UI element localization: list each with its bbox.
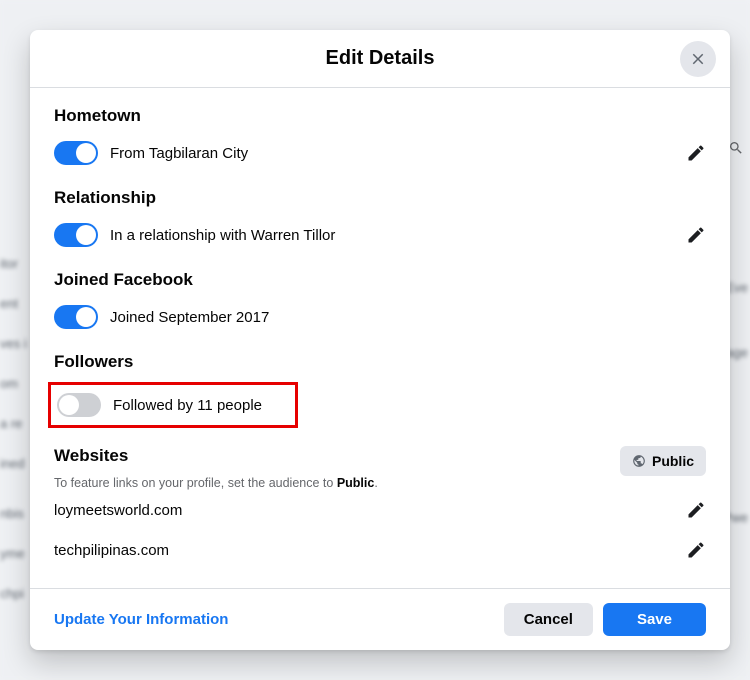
toggle-knob — [76, 307, 96, 327]
websites-heading: Websites — [54, 446, 378, 466]
hometown-heading: Hometown — [54, 106, 706, 126]
followers-toggle[interactable] — [57, 393, 101, 417]
globe-icon — [632, 454, 646, 468]
modal-header: Edit Details — [30, 30, 730, 88]
bg-frag: ent — [0, 296, 18, 311]
close-button[interactable] — [680, 41, 716, 77]
followers-highlight: Followed by 11 people — [48, 382, 298, 428]
relationship-section: Relationship In a relationship with Warr… — [54, 182, 706, 252]
hometown-section: Hometown From Tagbilaran City — [54, 100, 706, 170]
toggle-knob — [76, 143, 96, 163]
close-icon — [689, 50, 707, 68]
bg-frag: nbis — [0, 506, 24, 521]
bg-frag: chpi — [0, 586, 24, 601]
bg-frag: yme — [0, 546, 25, 561]
search-icon — [728, 140, 744, 156]
bg-frag: itor — [0, 256, 18, 271]
modal-title: Edit Details — [326, 47, 435, 70]
relationship-toggle[interactable] — [54, 223, 98, 247]
joined-section: Joined Facebook Joined September 2017 — [54, 264, 706, 334]
website-url: techpilipinas.com — [54, 542, 169, 559]
pencil-icon[interactable] — [686, 143, 706, 163]
bg-frag: ined — [0, 456, 25, 471]
cancel-button[interactable]: Cancel — [504, 603, 593, 636]
website-item: loymeetsworld.com — [54, 490, 706, 530]
public-audience-button[interactable]: Public — [620, 446, 706, 476]
websites-section: Websites To feature links on your profil… — [54, 440, 706, 570]
bg-frag: a re — [0, 416, 22, 431]
toggle-knob — [76, 225, 96, 245]
pencil-icon[interactable] — [686, 540, 706, 560]
bg-frag: om — [0, 376, 18, 391]
public-label: Public — [652, 453, 694, 469]
followers-heading: Followers — [54, 352, 706, 372]
toggle-knob — [59, 395, 79, 415]
joined-text: Joined September 2017 — [110, 309, 706, 326]
website-url: loymeetsworld.com — [54, 502, 182, 519]
pencil-icon[interactable] — [686, 500, 706, 520]
relationship-text: In a relationship with Warren Tillor — [110, 227, 674, 244]
edit-details-modal: Edit Details Hometown From Tagbilaran Ci… — [30, 30, 730, 650]
hometown-toggle[interactable] — [54, 141, 98, 165]
website-item: techpilipinas.com — [54, 530, 706, 570]
save-button[interactable]: Save — [603, 603, 706, 636]
joined-heading: Joined Facebook — [54, 270, 706, 290]
relationship-heading: Relationship — [54, 188, 706, 208]
joined-toggle[interactable] — [54, 305, 98, 329]
update-info-link[interactable]: Update Your Information — [54, 611, 228, 628]
websites-subtext-prefix: To feature links on your profile, set th… — [54, 476, 337, 490]
hometown-text: From Tagbilaran City — [110, 145, 674, 162]
followers-text: Followed by 11 people — [113, 397, 289, 414]
modal-body: Hometown From Tagbilaran City Relationsh… — [30, 88, 730, 588]
bg-frag: ves i — [0, 336, 27, 351]
websites-subtext-bold: Public — [337, 476, 375, 490]
followers-section: Followers Followed by 11 people — [54, 346, 706, 428]
modal-footer: Update Your Information Cancel Save — [30, 588, 730, 650]
pencil-icon[interactable] — [686, 225, 706, 245]
websites-subtext: To feature links on your profile, set th… — [54, 476, 378, 490]
